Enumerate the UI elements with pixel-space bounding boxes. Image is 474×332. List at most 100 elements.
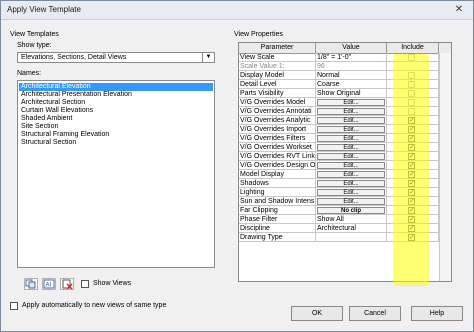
- table-row: Display Model Normal: [239, 71, 451, 80]
- list-item[interactable]: Site Section: [19, 123, 213, 131]
- include-cell: ✓: [387, 233, 439, 242]
- edit-button[interactable]: Edit...: [317, 180, 385, 187]
- include-checkbox[interactable]: [408, 81, 415, 88]
- include-cell: ✓: [387, 188, 439, 197]
- include-checkbox[interactable]: ✓: [408, 216, 415, 223]
- edit-button[interactable]: Edit...: [317, 189, 385, 196]
- parameter-cell: View Scale: [239, 53, 316, 62]
- include-checkbox[interactable]: [408, 54, 415, 61]
- value-cell[interactable]: Coarse: [316, 80, 387, 89]
- value-cell[interactable]: Edit...: [316, 152, 387, 161]
- value-cell[interactable]: No clip: [316, 206, 387, 215]
- include-checkbox[interactable]: ✓: [408, 180, 415, 187]
- include-checkbox[interactable]: ✓: [408, 189, 415, 196]
- include-checkbox[interactable]: [408, 108, 415, 115]
- help-button[interactable]: Help: [411, 306, 463, 321]
- include-cell: [387, 80, 439, 89]
- include-checkbox[interactable]: ✓: [408, 162, 415, 169]
- list-item[interactable]: Curtain Wall Elevations: [19, 107, 213, 115]
- include-checkbox[interactable]: ✓: [408, 234, 415, 241]
- include-checkbox[interactable]: [408, 99, 415, 106]
- table-row: Shadows Edit... ✓: [239, 179, 451, 188]
- edit-button[interactable]: Edit...: [317, 153, 385, 160]
- parameter-cell: V/G Overrides Import: [239, 125, 316, 134]
- names-label: Names:: [17, 70, 42, 77]
- include-checkbox[interactable]: ✓: [408, 198, 415, 205]
- value-cell[interactable]: Edit...: [316, 125, 387, 134]
- edit-button[interactable]: Edit...: [317, 99, 385, 106]
- value-cell[interactable]: Edit...: [316, 143, 387, 152]
- table-row: Sun and Shadow Intens Edit... ✓: [239, 197, 451, 206]
- parameter-cell: Model Display: [239, 170, 316, 179]
- table-row: Phase Filter Show All ✓: [239, 215, 451, 224]
- no-clip-button[interactable]: No clip: [317, 207, 385, 214]
- value-cell[interactable]: 96: [316, 62, 387, 71]
- edit-button[interactable]: Edit...: [317, 135, 385, 142]
- include-checkbox[interactable]: ✓: [408, 153, 415, 160]
- edit-button[interactable]: Edit...: [317, 108, 385, 115]
- list-item[interactable]: Architectural Section: [19, 99, 213, 107]
- value-cell[interactable]: Normal: [316, 71, 387, 80]
- value-cell[interactable]: Edit...: [316, 170, 387, 179]
- chevron-down-icon[interactable]: ▼: [202, 53, 214, 62]
- list-item[interactable]: Architectural Presentation Elevation: [19, 91, 213, 99]
- include-cell: ✓: [387, 197, 439, 206]
- edit-button[interactable]: Edit...: [317, 144, 385, 151]
- parameter-cell: Discipline: [239, 224, 316, 233]
- include-cell: [387, 71, 439, 80]
- list-item[interactable]: Shaded Ambient: [19, 115, 213, 123]
- template-names-list[interactable]: Architectural Elevation Architectural Pre…: [17, 80, 215, 268]
- grid-scrollbar[interactable]: [439, 53, 451, 281]
- list-item[interactable]: Architectural Elevation: [19, 83, 213, 91]
- duplicate-template-button[interactable]: [24, 278, 38, 290]
- rename-template-button[interactable]: AI: [42, 278, 56, 290]
- value-cell[interactable]: Edit...: [316, 98, 387, 107]
- include-checkbox[interactable]: ✓: [408, 117, 415, 124]
- include-checkbox[interactable]: [408, 90, 415, 97]
- parameter-cell: Lighting: [239, 188, 316, 197]
- show-views-label: Show Views: [93, 280, 132, 287]
- cancel-button[interactable]: Cancel: [349, 306, 401, 321]
- include-checkbox[interactable]: ✓: [408, 135, 415, 142]
- edit-button[interactable]: Edit...: [317, 198, 385, 205]
- value-cell[interactable]: Edit...: [316, 179, 387, 188]
- table-row: V/G Overrides Design O Edit... ✓: [239, 161, 451, 170]
- include-checkbox[interactable]: ✓: [408, 126, 415, 133]
- value-cell[interactable]: Edit...: [316, 188, 387, 197]
- include-checkbox[interactable]: ✓: [408, 207, 415, 214]
- value-cell[interactable]: [316, 233, 387, 242]
- value-cell[interactable]: Edit...: [316, 134, 387, 143]
- show-views-checkbox[interactable]: [81, 280, 89, 288]
- value-cell[interactable]: Show Original: [316, 89, 387, 98]
- value-cell[interactable]: Show All: [316, 215, 387, 224]
- list-item[interactable]: Structural Framing Elevation: [19, 131, 213, 139]
- table-row: V/G Overrides Analytic Edit... ✓: [239, 116, 451, 125]
- close-icon[interactable]: ✕: [451, 2, 467, 17]
- edit-button[interactable]: Edit...: [317, 126, 385, 133]
- title-bar: Apply View Template ✕: [1, 1, 473, 20]
- value-cell[interactable]: Edit...: [316, 197, 387, 206]
- include-cell: [387, 53, 439, 62]
- list-item[interactable]: Structural Section: [19, 139, 213, 147]
- edit-button[interactable]: Edit...: [317, 162, 385, 169]
- value-cell[interactable]: 1/8" = 1'-0": [316, 53, 387, 62]
- table-row: V/G Overrides Import Edit... ✓: [239, 125, 451, 134]
- parameter-cell: Parts Visibility: [239, 89, 316, 98]
- value-cell[interactable]: Edit...: [316, 116, 387, 125]
- edit-button[interactable]: Edit...: [317, 117, 385, 124]
- value-cell[interactable]: Edit...: [316, 107, 387, 116]
- include-checkbox[interactable]: ✓: [408, 225, 415, 232]
- value-cell[interactable]: Architectural: [316, 224, 387, 233]
- include-cell: ✓: [387, 116, 439, 125]
- edit-button[interactable]: Edit...: [317, 171, 385, 178]
- auto-apply-checkbox[interactable]: [10, 302, 18, 310]
- delete-template-button[interactable]: [60, 278, 74, 290]
- view-templates-label: View Templates: [10, 31, 59, 38]
- show-type-dropdown[interactable]: Elevations, Sections, Detail Views ▼: [17, 52, 215, 63]
- include-checkbox[interactable]: [408, 72, 415, 79]
- value-cell[interactable]: Edit...: [316, 161, 387, 170]
- include-checkbox[interactable]: ✓: [408, 144, 415, 151]
- column-header-parameter: Parameter: [239, 43, 316, 53]
- ok-button[interactable]: OK: [291, 306, 343, 321]
- include-checkbox[interactable]: ✓: [408, 171, 415, 178]
